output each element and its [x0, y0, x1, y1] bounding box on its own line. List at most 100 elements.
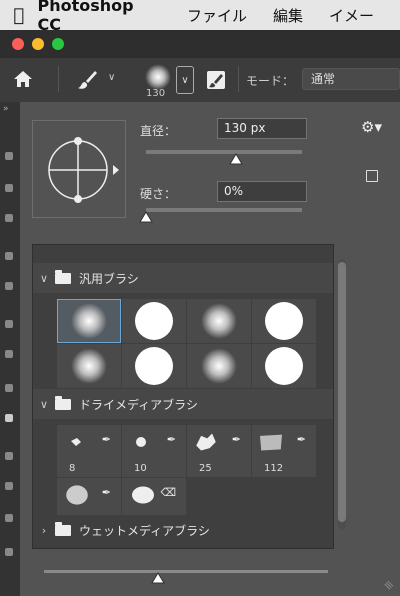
gear-icon[interactable]: ⚙▾ [361, 118, 382, 136]
chevron-down-icon[interactable]: ∨ [33, 272, 55, 285]
chevron-down-icon: ∨ [181, 74, 189, 86]
brush-icon: ✒ [166, 433, 176, 446]
general-brushes-grid [57, 299, 316, 388]
pastel-tip-icon [66, 485, 88, 505]
menu-image[interactable]: イメー [329, 5, 374, 26]
resize-grip-icon[interactable]: ≡ [380, 576, 397, 593]
preview-size-slider-thumb[interactable] [150, 572, 165, 584]
brush-preset-tile[interactable] [252, 344, 316, 388]
chevron-down-icon[interactable]: ∨ [33, 398, 55, 411]
folder-icon [55, 395, 71, 410]
toggle-brush-settings-button[interactable] [203, 67, 229, 93]
zoom-window-button[interactable] [52, 38, 64, 50]
hardness-slider-thumb[interactable] [139, 211, 153, 223]
hard-round-brush-icon [135, 302, 173, 340]
diameter-slider[interactable] [146, 150, 302, 154]
brush-preset-tile[interactable] [122, 299, 186, 343]
pencil-tip-icon [71, 438, 81, 446]
tool-icon[interactable] [5, 548, 13, 556]
hard-round-brush-icon [265, 347, 303, 385]
brush-size-label: 25 [199, 463, 212, 474]
toolbar-divider [238, 66, 239, 92]
brush-preset-tile[interactable] [187, 344, 251, 388]
brush-preset-tile[interactable]: ✒ 25 [187, 425, 251, 477]
brush-preset-tile[interactable] [57, 344, 121, 388]
brush-size-label: 10 [134, 463, 147, 474]
tool-icon[interactable] [5, 282, 13, 290]
soft-round-brush-icon [201, 348, 237, 384]
folder-icon [55, 269, 71, 284]
brush-picker-dropdown[interactable]: ∨ [176, 66, 194, 94]
brush-library-list: ∨ 汎用ブラシ ∨ ドライメディアブラシ ✒ 8 ✒ 10 ✒ 25 ✒ 112… [32, 244, 334, 549]
brush-size-label: 8 [69, 463, 76, 474]
brush-preset-tile[interactable] [57, 299, 121, 343]
menu-edit[interactable]: 編集 [273, 5, 303, 26]
tool-icon[interactable] [5, 350, 13, 358]
tool-icon[interactable] [5, 482, 13, 490]
brush-tool-preset-button[interactable] [72, 66, 102, 94]
brush-group-label: ウェットメディアブラシ [79, 523, 210, 538]
chevron-down-icon[interactable]: ∨ [108, 72, 115, 83]
brush-preset-tile[interactable] [122, 344, 186, 388]
eraser-icon: ⌫ [160, 486, 176, 499]
brush-preset-tile[interactable]: ✒ 8 [57, 425, 121, 477]
tool-icon[interactable] [5, 514, 13, 522]
tool-icon[interactable] [5, 214, 13, 222]
hardness-slider[interactable] [146, 208, 302, 212]
brush-group-dry-media[interactable]: ∨ ドライメディアブラシ [33, 389, 333, 419]
brush-angle-roundness-preview[interactable] [32, 120, 126, 218]
brush-size-label: 112 [264, 463, 284, 474]
diameter-label: 直径： [140, 124, 177, 138]
library-scrollbar-thumb[interactable] [338, 262, 346, 522]
blend-mode-select[interactable]: 通常 [302, 68, 400, 90]
brush-icon: ✒ [101, 486, 111, 499]
diameter-slider-thumb[interactable] [229, 153, 244, 165]
minimize-window-button[interactable] [32, 38, 44, 50]
chevron-right-icon[interactable]: › [33, 524, 55, 537]
brush-icon [78, 71, 97, 89]
brush-preset-tile[interactable]: ✒ 112 [252, 425, 316, 477]
hard-round-brush-icon [265, 302, 303, 340]
brush-preset-tile[interactable] [252, 299, 316, 343]
brush-preset-tile[interactable]: ✒ 10 [122, 425, 186, 477]
home-button[interactable] [8, 64, 38, 94]
mode-label: モード： [246, 74, 295, 88]
brush-group-wet-media[interactable]: › ウェットメディアブラシ [33, 515, 333, 545]
soft-round-brush-icon [201, 303, 237, 339]
soft-round-brush-icon [71, 303, 107, 339]
preview-size-slider[interactable] [44, 570, 328, 573]
diameter-input[interactable]: 130 px [217, 118, 307, 139]
close-window-button[interactable] [12, 38, 24, 50]
menu-bar:  Photoshop CC ファイル 編集 イメー [0, 0, 400, 34]
folder-icon [55, 521, 71, 536]
brush-size-label: 130 [146, 88, 166, 99]
hardness-input[interactable]: 0% [217, 181, 307, 202]
tool-icon[interactable] [5, 320, 13, 328]
apple-icon[interactable]:  [0, 5, 37, 26]
brush-preset-panel: 直径： 130 px 硬さ： 0% ⚙▾ ∨ 汎用ブラシ ∨ ドライメディアブラ… [20, 102, 400, 596]
hardness-label: 硬さ： [140, 187, 177, 201]
brush-icon: ✒ [101, 433, 111, 446]
eraser-tip-icon [132, 486, 154, 504]
brush-settings-panel-icon [207, 71, 225, 89]
tool-icon[interactable] [5, 414, 13, 422]
new-preset-icon[interactable] [366, 170, 378, 182]
chalk-tip-icon [196, 433, 216, 451]
brush-group-label: 汎用ブラシ [79, 271, 139, 286]
tool-icon[interactable] [5, 452, 13, 460]
brush-group-general[interactable]: ∨ 汎用ブラシ [33, 263, 333, 293]
collapse-panel-icon[interactable]: » [3, 104, 9, 114]
tool-icon[interactable] [5, 184, 13, 192]
tool-icon[interactable] [5, 252, 13, 260]
tool-icon[interactable] [5, 384, 13, 392]
window-titlebar [0, 30, 400, 59]
menu-file[interactable]: ファイル [187, 5, 247, 26]
brush-icon: ✒ [231, 433, 241, 446]
charcoal-tip-icon [260, 434, 282, 451]
brush-preset-tile[interactable] [187, 299, 251, 343]
brush-tip-preview [145, 64, 171, 90]
home-icon [14, 71, 32, 87]
tool-icon[interactable] [5, 152, 13, 160]
app-menu[interactable]: Photoshop CC [37, 0, 160, 34]
tools-panel: » [0, 102, 20, 596]
